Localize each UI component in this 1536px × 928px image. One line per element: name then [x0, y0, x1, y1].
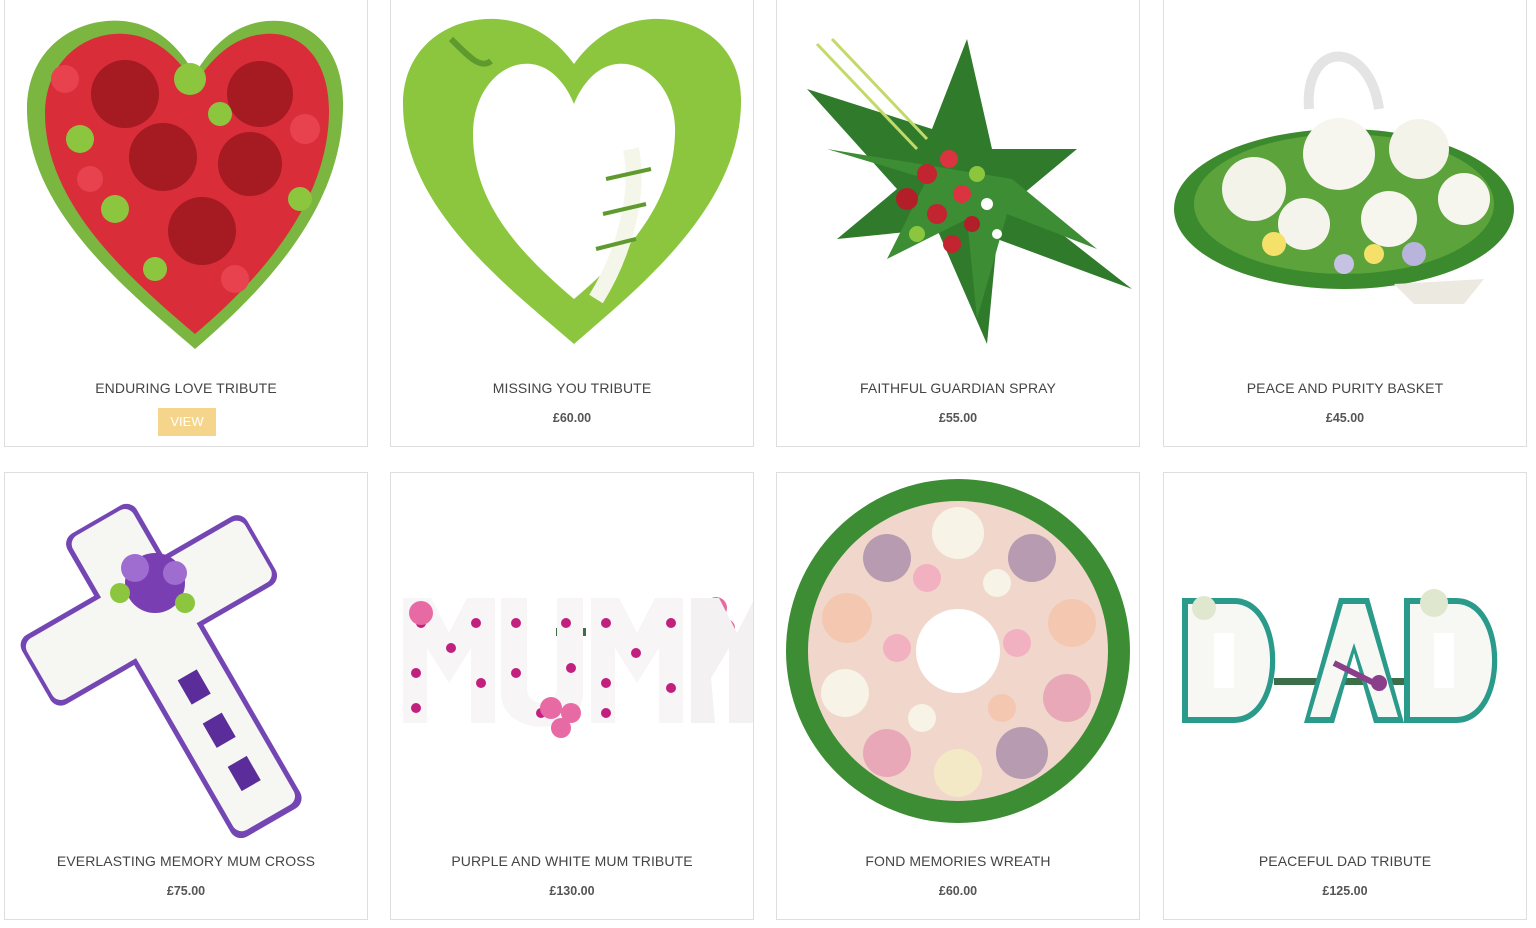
product-title[interactable]: FAITHFUL GUARDIAN SPRAY	[777, 380, 1139, 396]
product-price: £75.00	[166, 884, 206, 898]
product-grid: ENDURING LOVE TRIBUTE VIEW MISSING YOU T…	[0, 0, 1536, 928]
product-card[interactable]: PURPLE AND WHITE MUM TRIBUTE £130.00	[390, 472, 754, 920]
product-card[interactable]: EVERLASTING MEMORY MUM CROSS £75.00	[4, 472, 368, 920]
product-image-spray[interactable]	[777, 0, 1139, 361]
product-price: £55.00	[938, 411, 978, 425]
product-title[interactable]: EVERLASTING MEMORY MUM CROSS	[5, 853, 367, 869]
product-price: £130.00	[549, 884, 595, 898]
product-card[interactable]: MISSING YOU TRIBUTE £60.00	[390, 0, 754, 447]
product-price: £60.00	[938, 884, 978, 898]
product-card[interactable]: FOND MEMORIES WREATH £60.00	[776, 472, 1140, 920]
product-title[interactable]: PEACEFUL DAD TRIBUTE	[1164, 853, 1526, 869]
product-title[interactable]: ENDURING LOVE TRIBUTE	[5, 380, 367, 396]
product-title[interactable]: FOND MEMORIES WREATH	[777, 853, 1139, 869]
product-card[interactable]: ENDURING LOVE TRIBUTE VIEW	[4, 0, 368, 447]
product-price: £125.00	[1322, 884, 1368, 898]
product-image-red-heart[interactable]	[5, 0, 367, 361]
product-image-dad-letters[interactable]	[1164, 473, 1526, 838]
product-price: £45.00	[1325, 411, 1365, 425]
product-title[interactable]: PURPLE AND WHITE MUM TRIBUTE	[391, 853, 753, 869]
product-card[interactable]: PEACEFUL DAD TRIBUTE £125.00	[1163, 472, 1527, 920]
product-image-basket[interactable]	[1164, 0, 1526, 361]
product-image-mum-letters[interactable]	[391, 473, 753, 838]
product-price: £60.00	[552, 411, 592, 425]
product-image-green-heart[interactable]	[391, 0, 753, 361]
view-button[interactable]: VIEW	[158, 408, 216, 436]
product-title[interactable]: PEACE AND PURITY BASKET	[1164, 380, 1526, 396]
product-title[interactable]: MISSING YOU TRIBUTE	[391, 380, 753, 396]
product-image-cross[interactable]	[5, 473, 367, 838]
product-image-wreath[interactable]	[777, 473, 1139, 838]
product-card[interactable]: FAITHFUL GUARDIAN SPRAY £55.00	[776, 0, 1140, 447]
product-card[interactable]: PEACE AND PURITY BASKET £45.00	[1163, 0, 1527, 447]
